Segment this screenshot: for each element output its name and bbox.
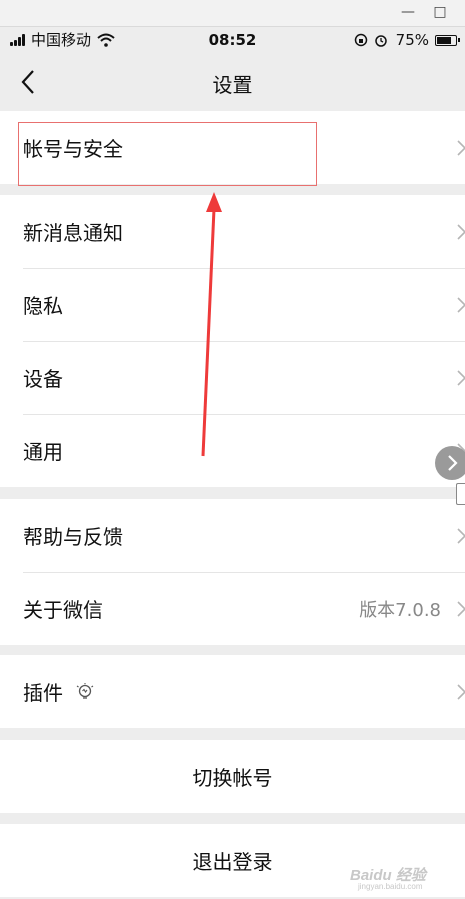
- settings-item-about-wechat[interactable]: 关于微信 版本7.0.8: [0, 572, 465, 645]
- settings-item-label: 新消息通知: [23, 221, 123, 245]
- chevron-right-icon: [448, 455, 458, 471]
- settings-item-plugins[interactable]: 插件: [0, 655, 465, 728]
- chevron-right-icon: [457, 528, 465, 544]
- window-titlebar: — □: [0, 0, 465, 27]
- settings-item-label: 隐私: [23, 294, 63, 318]
- signal-icon: [10, 34, 26, 46]
- settings-group-about: 帮助与反馈 关于微信 版本7.0.8: [0, 499, 465, 645]
- chevron-right-icon: [457, 224, 465, 240]
- settings-item-privacy[interactable]: 隐私: [0, 268, 465, 341]
- settings-item-label: 帮助与反馈: [23, 525, 123, 549]
- switch-account-label: 切换帐号: [192, 766, 273, 790]
- chevron-right-icon: [457, 684, 465, 700]
- highlight-annotation-box: [18, 122, 317, 186]
- watermark-url: jingyan.baidu.com: [358, 882, 423, 891]
- navigation-bar: 设置: [0, 53, 465, 111]
- carrier-label: 中国移动: [31, 31, 92, 49]
- switch-account-group: 切换帐号: [0, 740, 465, 813]
- settings-item-label: 关于微信: [23, 598, 103, 622]
- settings-item-label: 插件: [23, 681, 63, 705]
- wifi-icon: [97, 33, 115, 47]
- settings-item-help-feedback[interactable]: 帮助与反馈: [0, 499, 465, 572]
- minimize-button[interactable]: —: [396, 2, 420, 22]
- page-title: 设置: [212, 73, 253, 97]
- switch-account-button[interactable]: 切换帐号: [0, 740, 465, 813]
- battery-icon: [435, 34, 460, 46]
- side-edge-tab[interactable]: [456, 483, 465, 505]
- floating-assist-button[interactable]: [435, 446, 465, 480]
- chevron-right-icon: [457, 140, 465, 156]
- chevron-right-icon: [457, 297, 465, 313]
- status-bar: 中国移动 08:52 75%: [0, 27, 465, 53]
- logout-label: 退出登录: [192, 850, 273, 874]
- settings-group-general: 新消息通知 隐私 设备 通用: [0, 195, 465, 487]
- battery-percent: 75%: [395, 31, 429, 49]
- settings-item-notifications[interactable]: 新消息通知: [0, 195, 465, 268]
- chevron-right-icon: [457, 370, 465, 386]
- settings-item-label: 通用: [23, 440, 63, 464]
- rotation-lock-icon: [354, 33, 367, 47]
- back-icon[interactable]: [16, 67, 44, 97]
- alarm-icon: [374, 35, 387, 47]
- maximize-button[interactable]: □: [428, 2, 452, 22]
- settings-group-plugins: 插件: [0, 655, 465, 728]
- chevron-right-icon: [457, 601, 465, 617]
- version-value: 版本7.0.8: [359, 599, 441, 621]
- settings-item-general[interactable]: 通用: [0, 414, 465, 487]
- settings-item-devices[interactable]: 设备: [0, 341, 465, 414]
- lightbulb-icon: [76, 682, 94, 699]
- settings-item-label: 设备: [23, 367, 63, 391]
